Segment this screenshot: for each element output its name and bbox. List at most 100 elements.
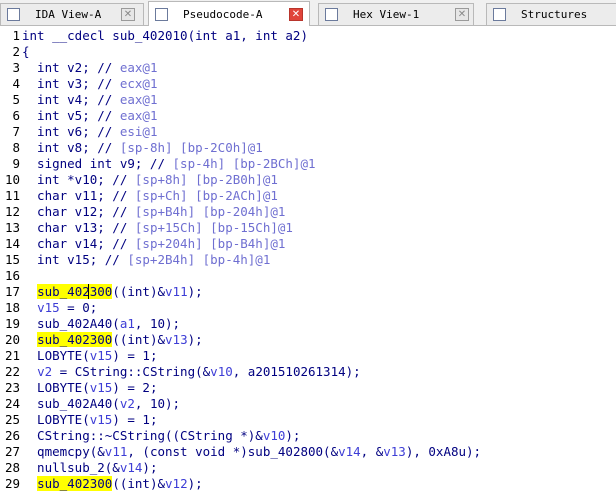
code-line[interactable]: 19 sub_402A40(a1, 10); xyxy=(0,316,616,332)
line-number: 12 xyxy=(4,204,20,219)
variable: v14 xyxy=(338,444,361,459)
code-text: int *v10; // xyxy=(22,172,135,187)
tab-label: Hex View-1 xyxy=(353,8,420,21)
line-number: 14 xyxy=(4,236,20,251)
highlighted-symbol[interactable]: sub_402300 xyxy=(37,332,113,347)
code-line[interactable]: 25 LOBYTE(v15) = 1; xyxy=(0,412,616,428)
tab-hex-view-1[interactable]: Hex View-1 ✕ xyxy=(318,3,474,25)
line-number: 7 xyxy=(12,124,20,139)
code-line[interactable]: 18 v15 = 0; xyxy=(0,300,616,316)
code-text: LOBYTE( xyxy=(22,348,90,363)
variable: v10 xyxy=(210,364,233,379)
code-text: int v8; // xyxy=(22,140,120,155)
code-source: char v13; // [sp+15Ch] [bp-15Ch]@1 xyxy=(22,220,293,236)
code-line[interactable]: 28 nullsub_2(&v14); xyxy=(0,460,616,476)
code-line[interactable]: 13 char v13; // [sp+15Ch] [bp-15Ch]@1 xyxy=(0,220,616,236)
tab-structures[interactable]: Structures xyxy=(486,3,616,25)
highlighted-symbol[interactable]: sub_402300 xyxy=(37,284,113,299)
variable: v2 xyxy=(119,396,135,411)
code-source: v2 = CString::CString(&v10, a20151026131… xyxy=(22,364,361,380)
code-line[interactable]: 14 char v14; // [sp+204h] [bp-B4h]@1 xyxy=(0,236,616,252)
comment: esi@1 xyxy=(119,124,158,139)
code-line[interactable]: 6 int v5; // eax@1 xyxy=(0,108,616,124)
variable: a1 xyxy=(119,316,135,331)
code-line[interactable]: 22 v2 = CString::CString(&v10, a20151026… xyxy=(0,364,616,380)
comment: eax@1 xyxy=(119,92,158,107)
line-number: 13 xyxy=(4,220,20,235)
code-line[interactable]: 24 sub_402A40(v2, 10); xyxy=(0,396,616,412)
code-line[interactable]: 1 int __cdecl sub_402010(int a1, int a2) xyxy=(0,28,616,44)
code-text: , 10); xyxy=(134,316,181,331)
line-number: 15 xyxy=(4,252,20,267)
code-line[interactable]: 4 int v3; // ecx@1 xyxy=(0,76,616,92)
code-line[interactable]: 9 signed int v9; // [sp-4h] [bp-2BCh]@1 xyxy=(0,156,616,172)
code-text: ); xyxy=(285,428,301,443)
text-cursor xyxy=(88,284,89,299)
tab-pseudocode-a[interactable]: Pseudocode-A ✕ xyxy=(148,1,310,26)
code-text: = 0; xyxy=(59,300,98,315)
code-line[interactable]: 3 int v2; // eax@1 xyxy=(0,60,616,76)
line-number: 4 xyxy=(12,76,20,91)
code-line[interactable]: 20 sub_402300((int)&v13); xyxy=(0,332,616,348)
comment: eax@1 xyxy=(119,108,158,123)
comment: [sp+B4h] [bp-204h]@1 xyxy=(134,204,286,219)
code-text: sub_402A40( xyxy=(22,396,120,411)
code-text: , & xyxy=(360,444,384,459)
code-line[interactable]: 11 char v11; // [sp+Ch] [bp-2ACh]@1 xyxy=(0,188,616,204)
line-number: 6 xyxy=(12,108,20,123)
variable: v15 xyxy=(37,300,60,315)
code-text: int v6; // xyxy=(22,124,120,139)
code-line[interactable]: 16 xyxy=(0,268,616,284)
structures-icon xyxy=(493,8,506,21)
code-line[interactable]: 21 LOBYTE(v15) = 1; xyxy=(0,348,616,364)
code-source: int v6; // esi@1 xyxy=(22,124,157,140)
code-line[interactable]: 5 int v4; // eax@1 xyxy=(0,92,616,108)
code-source: int v5; // eax@1 xyxy=(22,108,157,124)
code-line[interactable]: 10 int *v10; // [sp+8h] [bp-2B0h]@1 xyxy=(0,172,616,188)
code-text: ) = 1; xyxy=(112,412,158,427)
code-line[interactable]: 8 int v8; // [sp-8h] [bp-2C0h]@1 xyxy=(0,140,616,156)
hex-view-icon xyxy=(325,8,338,21)
code-text: char v13; // xyxy=(22,220,135,235)
code-text: sub_402A40( xyxy=(22,316,120,331)
code-text: , a201510261314); xyxy=(232,364,361,379)
line-number: 19 xyxy=(4,316,20,331)
tab-label: Pseudocode-A xyxy=(183,8,263,21)
code-text: ); xyxy=(187,332,203,347)
line-number: 3 xyxy=(12,60,20,75)
comment: [sp-4h] [bp-2BCh]@1 xyxy=(172,156,316,171)
tab-bar: IDA View-A ✕ Pseudocode-A ✕ Hex View-1 ✕ Struc… xyxy=(0,0,616,26)
code-line[interactable]: 27 qmemcpy(&v11, (const void *)sub_40280… xyxy=(0,444,616,460)
line-number: 9 xyxy=(12,156,20,171)
code-line[interactable]: 29 sub_402300((int)&v12); xyxy=(0,476,616,492)
pseudocode-icon xyxy=(155,8,168,21)
close-tab-icon[interactable]: ✕ xyxy=(121,8,135,21)
variable: v10 xyxy=(262,428,286,443)
code-text: int v2; // xyxy=(22,60,120,75)
line-number: 23 xyxy=(4,380,20,395)
code-text: ((int)& xyxy=(112,476,166,491)
code-line[interactable]: 26 CString::~CString((CString *)&v10); xyxy=(0,428,616,444)
code-line[interactable]: 15 int v15; // [sp+2B4h] [bp-4h]@1 xyxy=(0,252,616,268)
code-text: char v12; // xyxy=(22,204,135,219)
code-text: signed int v9; // xyxy=(22,156,173,171)
line-number: 8 xyxy=(12,140,20,155)
code-source: nullsub_2(&v14); xyxy=(22,460,157,476)
line-number: 16 xyxy=(4,268,20,283)
tab-ida-view-a[interactable]: IDA View-A ✕ xyxy=(0,3,144,25)
code-line[interactable]: 23 LOBYTE(v15) = 2; xyxy=(0,380,616,396)
code-line[interactable]: 12 char v12; // [sp+B4h] [bp-204h]@1 xyxy=(0,204,616,220)
code-line[interactable]: 7 int v6; // esi@1 xyxy=(0,124,616,140)
code-line[interactable]: 17 sub_402300((int)&v11); xyxy=(0,284,616,300)
close-tab-icon[interactable]: ✕ xyxy=(289,8,303,21)
code-line[interactable]: 2{ xyxy=(0,44,616,60)
code-source: sub_402A40(a1, 10); xyxy=(22,316,180,332)
line-number: 28 xyxy=(4,460,20,475)
pseudocode-view[interactable]: 1 int __cdecl sub_402010(int a1, int a2) 2… xyxy=(0,28,616,496)
highlighted-symbol[interactable]: sub_402300 xyxy=(37,476,113,491)
close-tab-icon[interactable]: ✕ xyxy=(455,8,469,21)
code-text: LOBYTE( xyxy=(22,412,90,427)
